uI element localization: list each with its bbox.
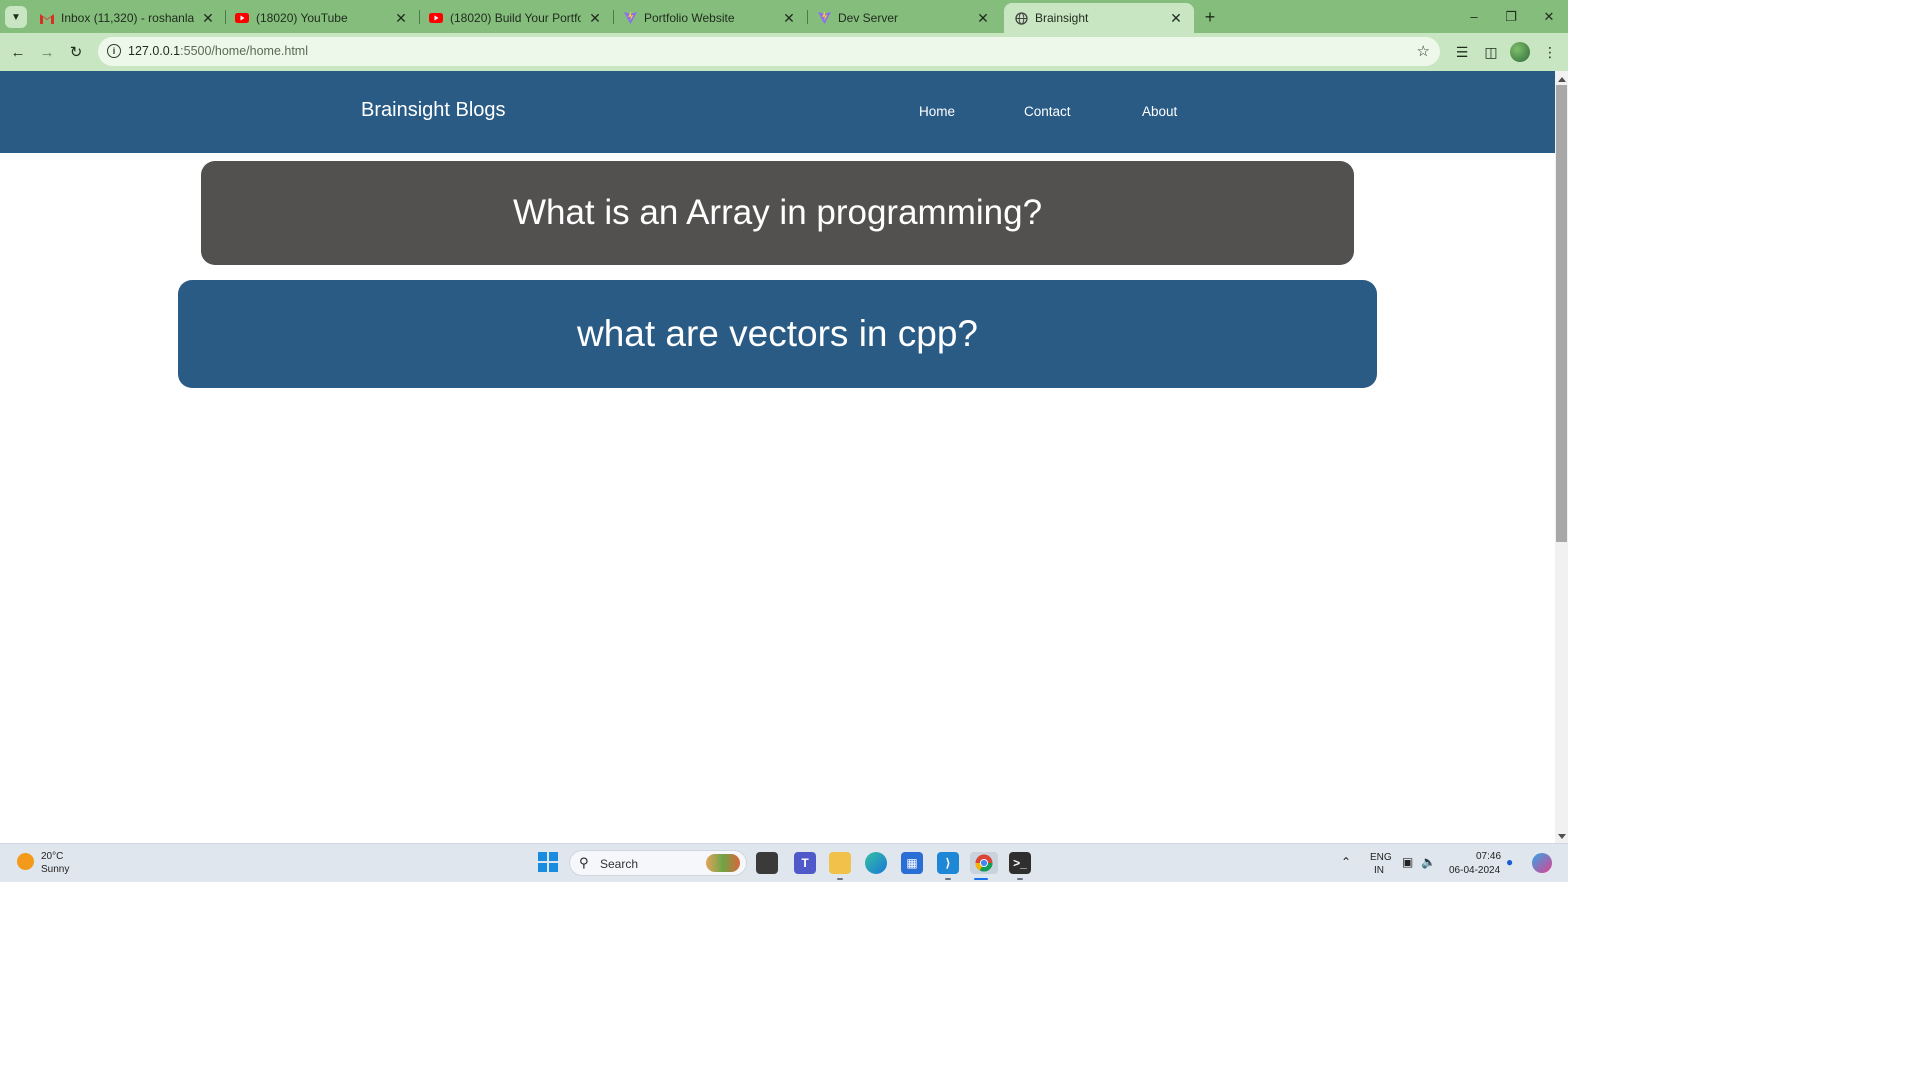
terminal-icon[interactable]: >_ <box>1009 852 1031 880</box>
browser-toolbar: ← → ↻ i 127.0.0.1:5500/home/home.html ☆ … <box>0 33 1568 71</box>
site-brand[interactable]: Brainsight Blogs <box>361 99 506 122</box>
tab-title: Brainsight <box>1035 11 1089 25</box>
tab-title: (18020) YouTube <box>256 11 348 25</box>
globe-icon <box>1014 11 1028 25</box>
close-tab-icon[interactable]: ✕ <box>200 10 216 26</box>
running-indicator <box>974 878 988 880</box>
clock-date[interactable]: 06-04-2024 <box>1449 865 1500 876</box>
close-tab-icon[interactable]: ✕ <box>1168 10 1184 26</box>
windows-start-icon[interactable] <box>538 852 558 872</box>
taskbar-search-box[interactable]: ⚲ Search <box>569 850 747 876</box>
show-hidden-icons-chevron-icon[interactable]: ⌃ <box>1341 855 1351 869</box>
bookmark-star-icon[interactable]: ☆ <box>1417 42 1430 60</box>
site-info-icon[interactable]: i <box>107 44 121 58</box>
weather-temperature[interactable]: 20°C <box>41 851 63 862</box>
page-viewport: Brainsight Blogs Home Contact About What… <box>0 71 1555 843</box>
chrome-icon[interactable] <box>970 852 998 880</box>
forward-arrow-icon[interactable]: → <box>35 40 59 64</box>
reload-icon[interactable]: ↻ <box>64 40 88 64</box>
windows-taskbar: 20°C Sunny ⚲ Search T ▦ ⟩ >_ ⌃ ENG IN ▣ … <box>0 843 1568 882</box>
notification-bell-icon[interactable]: ● <box>1506 855 1513 869</box>
nav-link-contact[interactable]: Contact <box>1024 104 1071 119</box>
teams-icon[interactable]: T <box>794 852 816 874</box>
close-tab-icon[interactable]: ✕ <box>393 10 409 26</box>
volume-icon[interactable]: 🔈 <box>1421 855 1436 869</box>
scroll-down-arrow-icon[interactable] <box>1558 834 1566 839</box>
clock-time[interactable]: 07:46 <box>1476 851 1501 862</box>
network-icon[interactable]: ▣ <box>1402 855 1413 869</box>
search-placeholder: Search <box>600 857 639 871</box>
tab-brainsight[interactable]: Brainsight ✕ <box>1004 3 1194 33</box>
blog-post-card[interactable]: what are vectors in cpp? <box>178 280 1377 388</box>
search-icon: ⚲ <box>579 855 589 870</box>
nav-link-about[interactable]: About <box>1142 104 1177 119</box>
file-explorer-icon[interactable] <box>829 852 851 880</box>
youtube-icon <box>235 11 249 25</box>
vscode-icon[interactable]: ⟩ <box>937 852 959 880</box>
tab-search-chevron-icon[interactable]: ▼ <box>5 6 27 28</box>
running-indicator <box>837 878 843 880</box>
gmail-icon <box>40 11 54 25</box>
new-tab-plus-icon[interactable]: + <box>1200 7 1220 27</box>
tab-dev-server[interactable]: Dev Server ✕ <box>807 3 1001 33</box>
weather-condition[interactable]: Sunny <box>41 864 69 875</box>
input-region[interactable]: IN <box>1374 865 1384 876</box>
restore-icon[interactable]: ❐ <box>1492 0 1530 33</box>
store-icon[interactable]: ▦ <box>901 852 923 874</box>
tab-youtube[interactable]: (18020) YouTube ✕ <box>225 3 419 33</box>
url-host: 127.0.0.1 <box>128 44 181 58</box>
close-tab-icon[interactable]: ✕ <box>587 10 603 26</box>
page-scrollbar[interactable] <box>1555 71 1568 843</box>
edge-icon[interactable] <box>865 852 887 874</box>
close-window-icon[interactable]: ✕ <box>1530 0 1568 33</box>
tab-portfolio-website[interactable]: Portfolio Website ✕ <box>613 3 807 33</box>
close-tab-icon[interactable]: ✕ <box>975 10 991 26</box>
tab-title: Inbox (11,320) - roshanlal01560 <box>61 11 194 25</box>
address-bar[interactable]: i 127.0.0.1:5500/home/home.html ☆ <box>98 37 1440 66</box>
tab-title: (18020) Build Your Portfolio We <box>450 11 581 25</box>
close-tab-icon[interactable]: ✕ <box>781 10 797 26</box>
site-header: Brainsight Blogs Home Contact About <box>0 71 1555 153</box>
tab-youtube-portfolio[interactable]: (18020) Build Your Portfolio We ✕ <box>419 3 613 33</box>
scrollbar-thumb[interactable] <box>1556 85 1567 542</box>
search-highlight-image <box>706 854 740 872</box>
tab-title: Portfolio Website <box>644 11 735 25</box>
kebab-menu-icon[interactable]: ⋮ <box>1539 41 1561 63</box>
back-arrow-icon[interactable]: ← <box>6 40 30 64</box>
running-indicator <box>945 878 951 880</box>
blog-post-title: what are vectors in cpp? <box>576 313 979 354</box>
url-path: :5500/home/home.html <box>180 44 308 58</box>
blog-post-title: What is an Array in programming? <box>512 193 1043 232</box>
tab-title: Dev Server <box>838 11 899 25</box>
url-text: 127.0.0.1:5500/home/home.html <box>128 44 308 58</box>
tab-gmail[interactable]: Inbox (11,320) - roshanlal01560 ✕ <box>30 3 226 33</box>
vite-icon <box>623 11 637 25</box>
side-panel-icon[interactable]: ◫ <box>1480 41 1502 63</box>
sun-icon[interactable] <box>17 853 34 870</box>
vite-icon <box>817 11 831 25</box>
media-controls-icon[interactable]: ☰ <box>1451 41 1473 63</box>
copilot-icon[interactable] <box>1532 853 1552 873</box>
profile-avatar[interactable] <box>1510 42 1530 62</box>
input-language[interactable]: ENG <box>1370 852 1392 863</box>
scroll-up-arrow-icon[interactable] <box>1558 77 1566 82</box>
browser-tab-strip: ▼ Inbox (11,320) - roshanlal01560 ✕ (180… <box>0 0 1568 33</box>
nav-link-home[interactable]: Home <box>919 104 955 119</box>
running-indicator <box>1017 878 1023 880</box>
screen: ▼ Inbox (11,320) - roshanlal01560 ✕ (180… <box>0 0 1568 882</box>
minimize-icon[interactable]: – <box>1455 0 1493 33</box>
task-view-icon[interactable] <box>756 852 778 874</box>
blog-post-card[interactable]: What is an Array in programming? <box>201 161 1354 265</box>
youtube-icon <box>429 11 443 25</box>
